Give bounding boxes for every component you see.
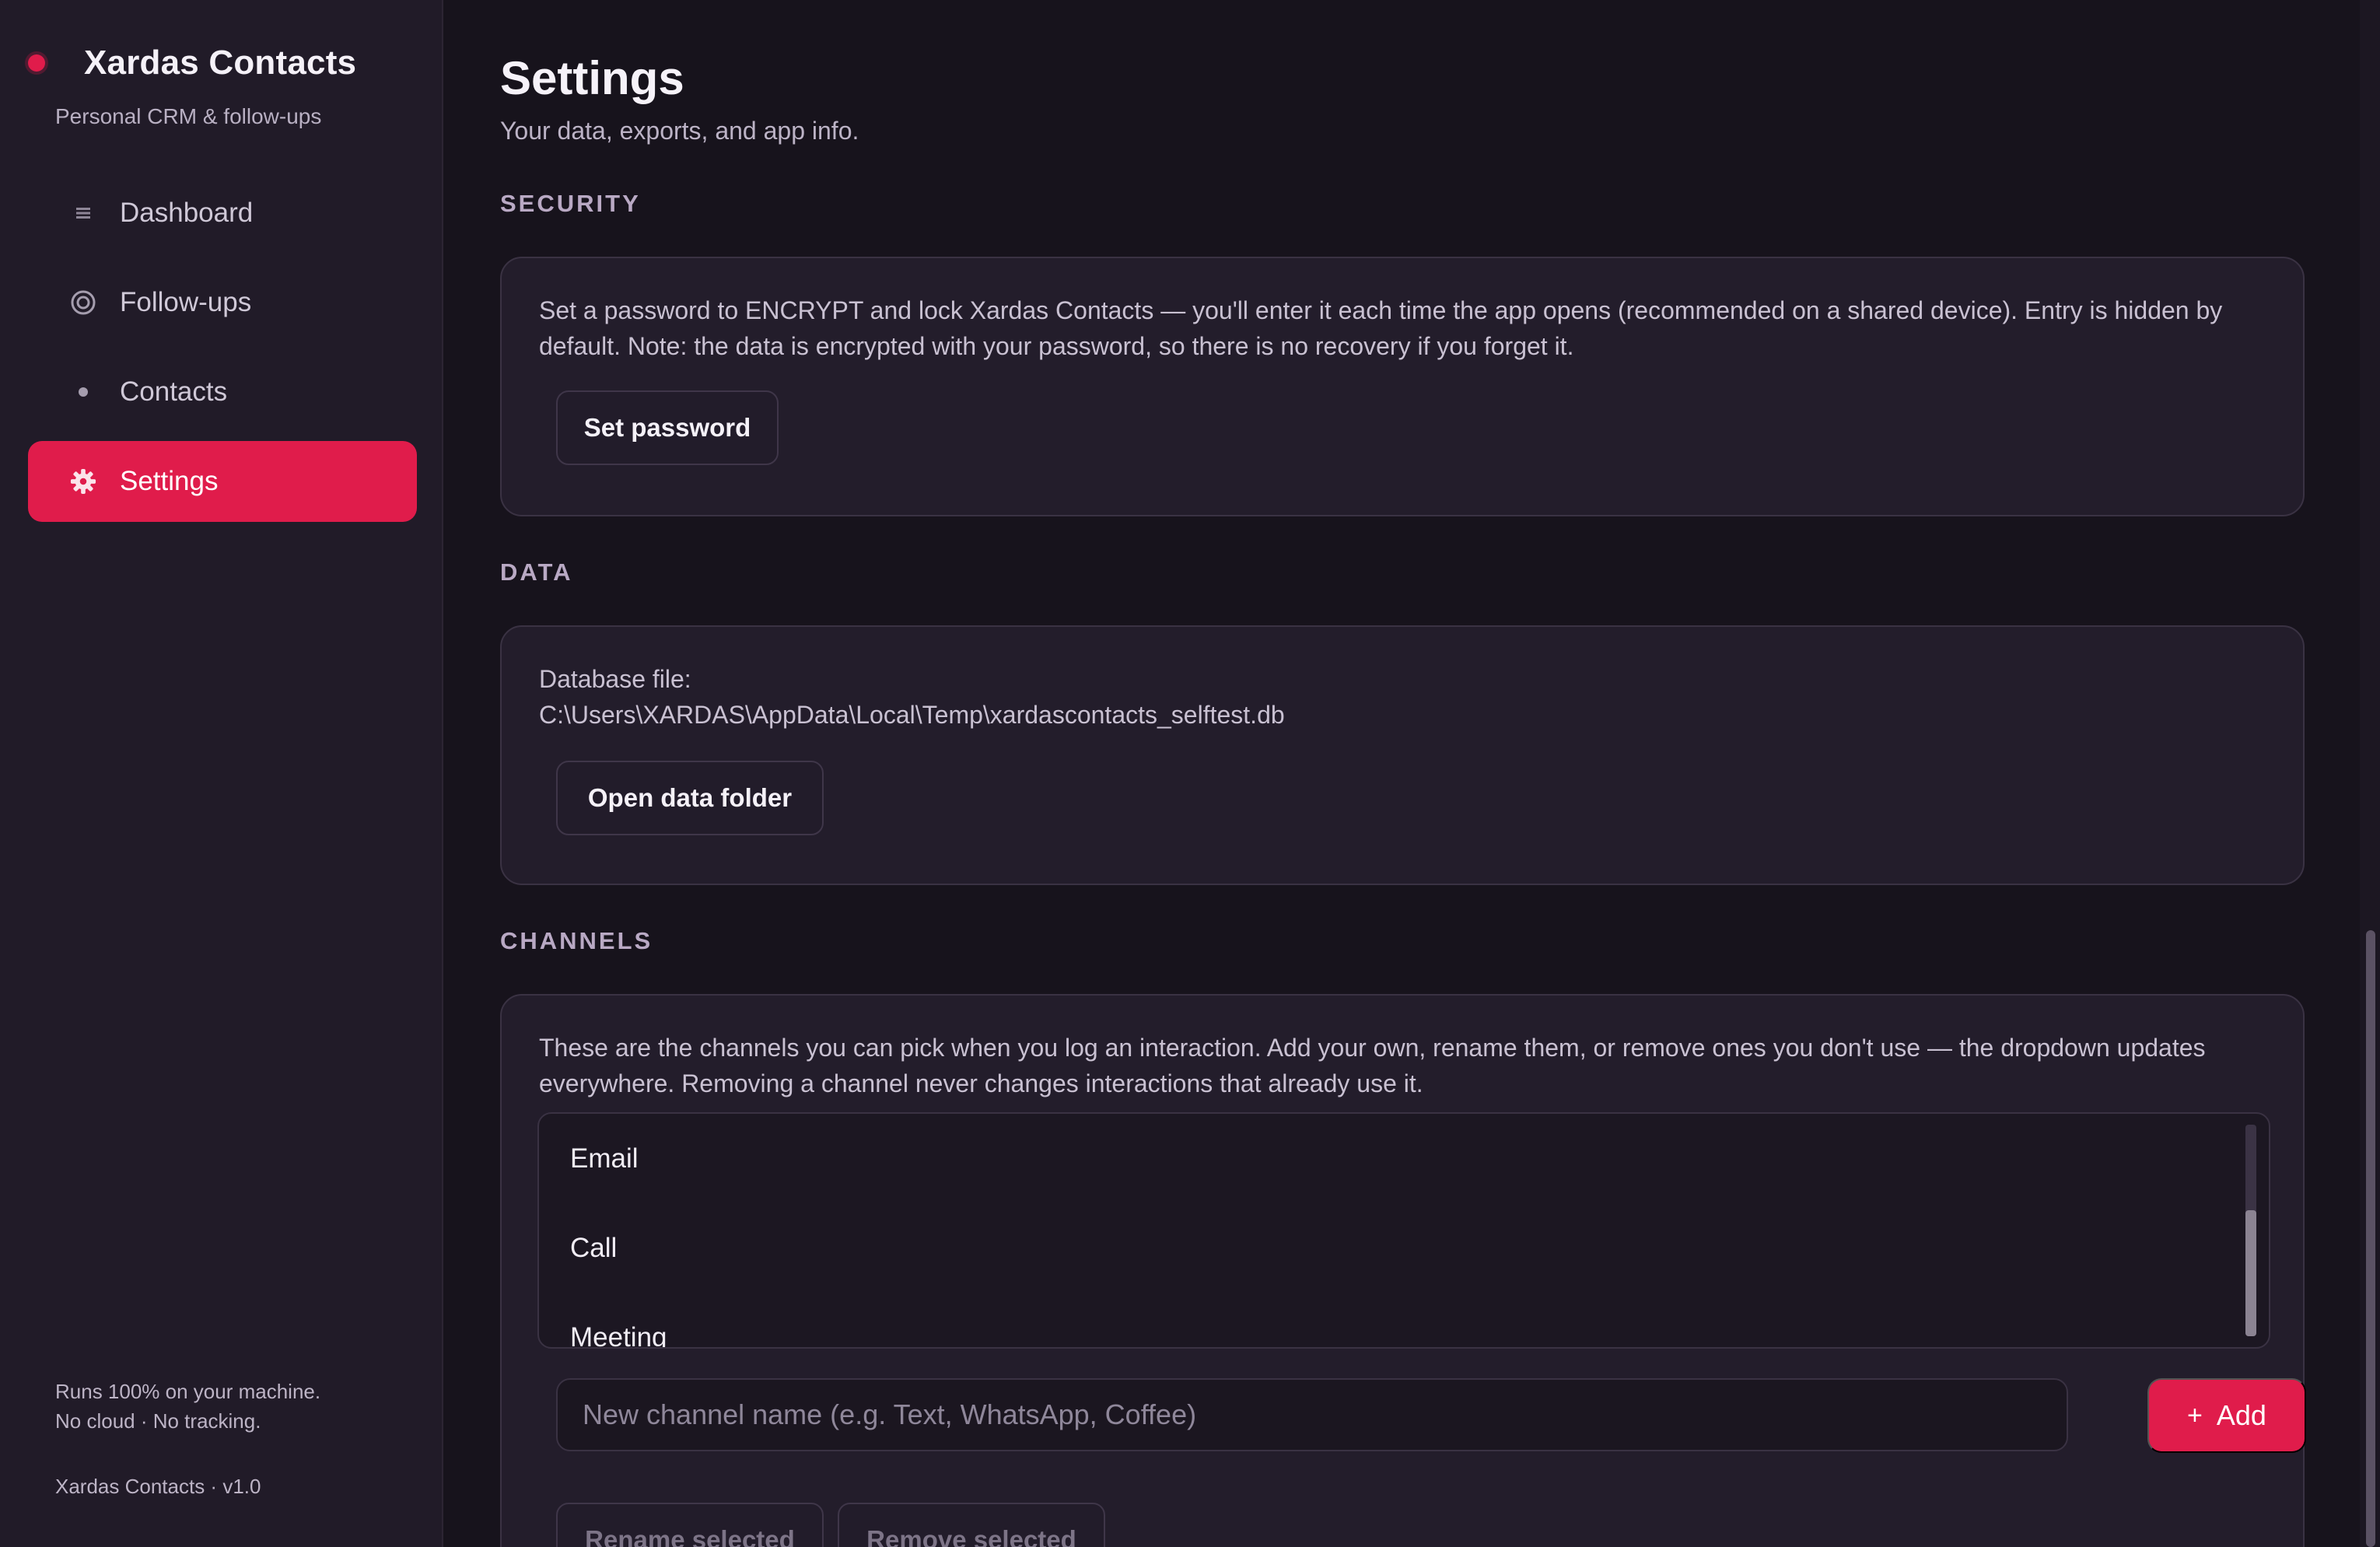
list-scrollbar-thumb[interactable] — [2245, 1210, 2256, 1336]
dot-icon — [70, 379, 96, 405]
list-item[interactable]: Meeting — [539, 1293, 2269, 1348]
open-data-folder-button[interactable]: Open data folder — [556, 761, 824, 835]
page-scrollbar-thumb[interactable] — [2366, 930, 2375, 1547]
list-scrollbar[interactable] — [2245, 1125, 2256, 1336]
app-title: Xardas Contacts — [84, 44, 357, 82]
gear-icon — [70, 468, 96, 495]
page-subtitle: Your data, exports, and app info. — [500, 117, 859, 145]
privacy-note-line: No cloud · No tracking. — [55, 1409, 261, 1433]
sidebar-item-follow-ups[interactable]: Follow-ups — [28, 262, 417, 343]
remove-selected-button[interactable]: Remove selected — [838, 1503, 1105, 1547]
section-heading-channels: CHANNELS — [500, 927, 653, 954]
sidebar: Xardas Contacts Personal CRM & follow-up… — [0, 0, 443, 1547]
database-file-label: Database file: — [539, 665, 691, 693]
section-heading-data: DATA — [500, 558, 573, 586]
brand: Xardas Contacts — [28, 44, 356, 82]
data-card: Database file: C:\Users\XARDAS\AppData\L… — [500, 625, 2305, 885]
sidebar-item-settings[interactable]: Settings — [28, 441, 417, 522]
database-file-path: C:\Users\XARDAS\AppData\Local\Temp\xarda… — [539, 701, 1285, 729]
sidebar-item-label: Dashboard — [120, 198, 254, 228]
privacy-note: Runs 100% on your machine. No cloud · No… — [55, 1377, 320, 1436]
rename-selected-button[interactable]: Rename selected — [556, 1503, 824, 1547]
sidebar-item-label: Settings — [120, 466, 219, 496]
plus-icon: + — [2187, 1400, 2203, 1430]
sidebar-item-dashboard[interactable]: Dashboard — [28, 173, 417, 254]
add-channel-button[interactable]: + Add — [2147, 1378, 2306, 1453]
channels-card: These are the channels you can pick when… — [500, 994, 2306, 1547]
brand-logo-dot — [28, 54, 45, 72]
set-password-button[interactable]: Set password — [556, 390, 779, 465]
sidebar-item-label: Follow-ups — [120, 287, 252, 317]
app-subtitle: Personal CRM & follow-ups — [55, 104, 322, 128]
main-content: Settings Your data, exports, and app inf… — [445, 0, 2360, 1547]
security-card: Set a password to ENCRYPT and lock Xarda… — [500, 257, 2305, 516]
list-item[interactable]: Email — [539, 1114, 2269, 1203]
page-title: Settings — [500, 52, 684, 104]
grid-icon — [70, 200, 96, 226]
version-label: Xardas Contacts · v1.0 — [55, 1475, 261, 1498]
sidebar-item-contacts[interactable]: Contacts — [28, 352, 417, 432]
page-scrollbar[interactable] — [2360, 0, 2380, 1547]
security-description: Set a password to ENCRYPT and lock Xarda… — [539, 296, 2223, 360]
channels-list[interactable]: Email Call Meeting — [537, 1112, 2270, 1349]
section-heading-security: SECURITY — [500, 190, 641, 217]
new-channel-input[interactable]: New channel name (e.g. Text, WhatsApp, C… — [556, 1378, 2068, 1451]
sidebar-item-label: Contacts — [120, 376, 228, 407]
sidebar-nav: Dashboard Follow-ups Contacts Settings — [28, 173, 417, 530]
target-icon — [70, 289, 96, 316]
database-file-info: Database file: C:\Users\XARDAS\AppData\L… — [539, 661, 2281, 733]
add-channel-label: Add — [2216, 1399, 2266, 1431]
privacy-note-line: Runs 100% on your machine. — [55, 1380, 321, 1403]
list-item[interactable]: Call — [539, 1203, 2269, 1293]
channels-description: These are the channels you can pick when… — [539, 1034, 2206, 1097]
